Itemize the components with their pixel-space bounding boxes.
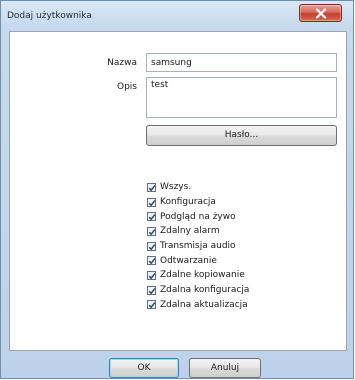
description-label: Opis xyxy=(117,82,137,92)
checkmark-icon xyxy=(148,243,156,250)
permission-item[interactable]: Zdalna aktualizacja xyxy=(147,298,249,313)
checkbox[interactable] xyxy=(147,197,156,207)
checkbox[interactable] xyxy=(147,241,156,251)
permission-label: Zdalna aktualizacja xyxy=(160,299,248,310)
checkmark-icon xyxy=(148,229,156,236)
ok-button[interactable]: OK xyxy=(109,358,179,378)
permission-label: Zdalna konfiguracja xyxy=(160,285,250,296)
form-panel: Nazwa Opis test Hasło... Wszys. Konfigura… xyxy=(9,31,347,351)
checkmark-icon xyxy=(148,214,156,221)
permission-label: Konfiguracja xyxy=(160,197,216,208)
checkbox[interactable] xyxy=(147,285,156,295)
description-input[interactable]: test xyxy=(146,77,337,118)
permission-label: Wszys. xyxy=(160,182,192,193)
permission-item[interactable]: Transmisja audio xyxy=(147,239,249,254)
window-title: Dodaj użytkownika xyxy=(7,11,92,21)
checkmark-icon xyxy=(148,199,156,206)
permissions-list: Wszys. Konfiguracja Podgląd na żywo Zdalny … xyxy=(147,180,249,312)
checkbox[interactable] xyxy=(147,212,156,222)
permission-item[interactable]: Odtwarzanie xyxy=(147,253,249,268)
permission-item[interactable]: Zdalna konfiguracja xyxy=(147,283,249,298)
permission-item[interactable]: Zdalny alarm xyxy=(147,224,249,239)
checkmark-icon xyxy=(148,302,156,309)
permission-label: Odtwarzanie xyxy=(160,255,217,266)
checkmark-icon xyxy=(148,287,156,294)
checkbox[interactable] xyxy=(147,300,156,310)
password-button[interactable]: Hasło... xyxy=(146,125,337,146)
permission-item[interactable]: Zdalne kopiowanie xyxy=(147,268,249,283)
cancel-button[interactable]: Anuluj xyxy=(189,358,261,378)
permission-label: Transmisja audio xyxy=(160,241,236,252)
close-icon xyxy=(315,8,327,19)
checkmark-icon xyxy=(148,185,156,192)
checkbox[interactable] xyxy=(147,270,156,280)
name-input[interactable] xyxy=(146,53,337,72)
title-bar[interactable]: Dodaj użytkownika xyxy=(1,1,353,31)
dialog-window: Dodaj użytkownika Nazwa Opis test Hasło.… xyxy=(0,0,354,379)
checkbox[interactable] xyxy=(147,226,156,236)
name-label: Nazwa xyxy=(107,58,137,68)
checkbox[interactable] xyxy=(147,256,156,266)
checkmark-icon xyxy=(148,258,156,265)
permission-label: Podgląd na żywo xyxy=(160,211,236,222)
checkmark-icon xyxy=(148,273,156,280)
checkbox[interactable] xyxy=(147,182,156,192)
permission-item[interactable]: Wszys. xyxy=(147,180,249,195)
permission-item[interactable]: Konfiguracja xyxy=(147,195,249,210)
close-button[interactable] xyxy=(299,4,342,22)
permission-label: Zdalny alarm xyxy=(160,226,220,237)
permission-label: Zdalne kopiowanie xyxy=(160,270,245,281)
permission-item[interactable]: Podgląd na żywo xyxy=(147,209,249,224)
